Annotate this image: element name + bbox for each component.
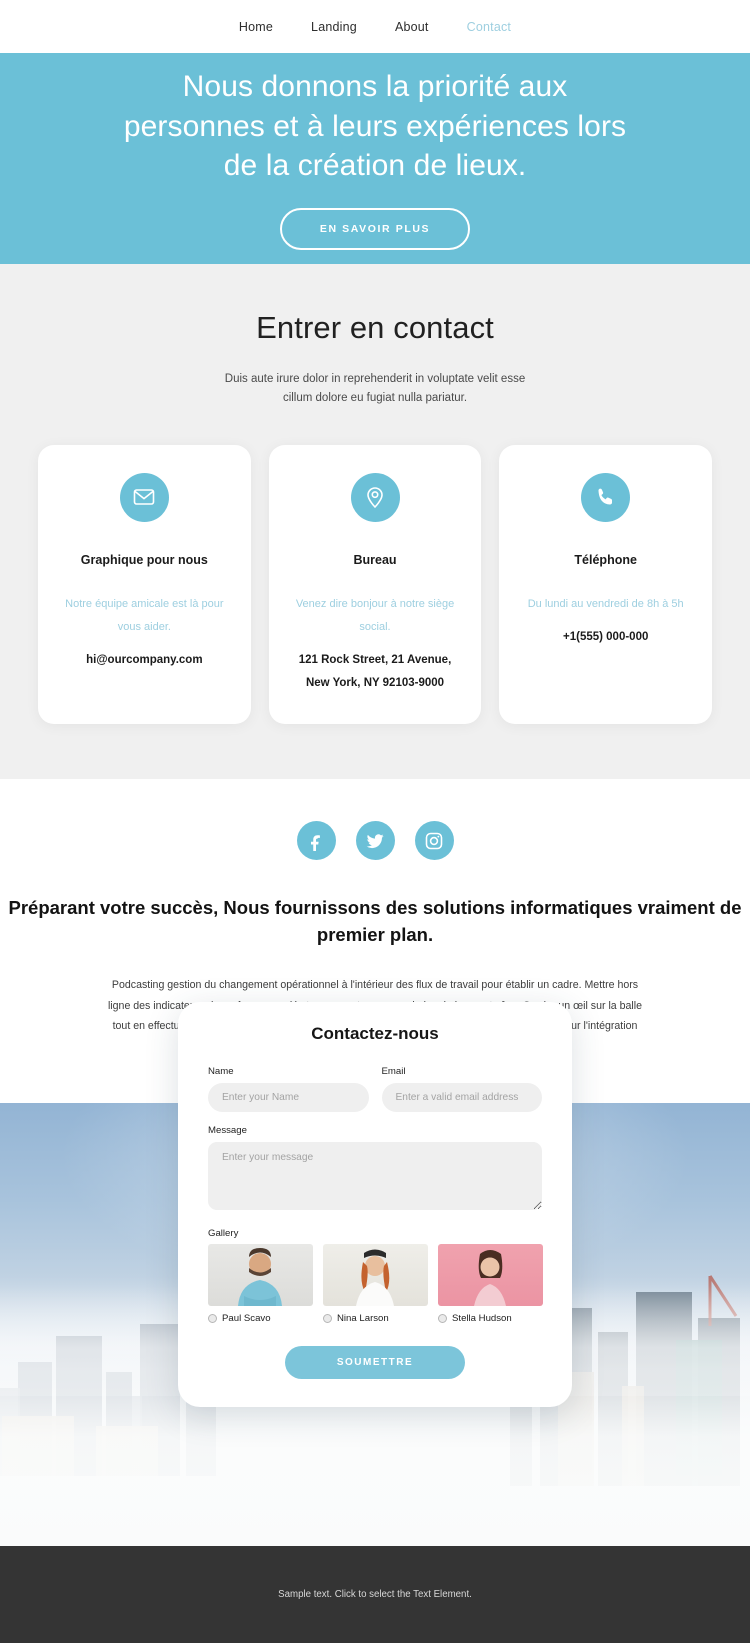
nav-item-contact[interactable]: Contact: [467, 20, 511, 34]
gallery-radio-nina[interactable]: [323, 1314, 332, 1323]
gallery-item-name-row[interactable]: Nina Larson: [323, 1313, 428, 1324]
gallery-label-paul: Paul Scavo: [222, 1313, 271, 1324]
contact-card-title: Bureau: [353, 552, 397, 567]
gallery-thumbnail-stella[interactable]: [438, 1244, 543, 1306]
gallery-label: Gallery: [208, 1228, 239, 1239]
nav-item-about[interactable]: About: [395, 20, 429, 34]
message-field-group: Message: [208, 1125, 542, 1215]
email-field-group: Email: [381, 1066, 542, 1112]
email-input[interactable]: [381, 1083, 542, 1112]
twitter-icon[interactable]: [355, 821, 395, 861]
about-heading: Préparant votre succès, Nous fournissons…: [8, 897, 742, 946]
contact-card-title: Graphique pour nous: [80, 552, 208, 567]
footer-text[interactable]: Sample text. Click to select the Text El…: [278, 1589, 472, 1600]
gallery-item[interactable]: Paul Scavo: [208, 1244, 313, 1324]
learn-more-button[interactable]: EN SAVOIR PLUS: [279, 208, 471, 251]
contact-subtitle: Duis aute irure dolor in reprehenderit i…: [224, 373, 526, 404]
contact-card-value[interactable]: +1(555) 000-000: [517, 626, 694, 648]
name-label: Name: [208, 1066, 234, 1077]
envelope-icon: [119, 472, 169, 522]
hero-section: Nous donnons la priorité aux personnes e…: [0, 53, 750, 264]
form-title: Contactez-nous: [311, 1024, 439, 1043]
nav-item-home[interactable]: Home: [239, 20, 273, 34]
gallery-radio-stella[interactable]: [438, 1314, 447, 1323]
contact-cards: Graphique pour nous Notre équipe amicale…: [0, 444, 750, 725]
gallery-label-stella: Stella Hudson: [452, 1313, 512, 1324]
contact-card-office[interactable]: Bureau Venez dire bonjour à notre siège …: [268, 444, 482, 725]
contact-card-description: Venez dire bonjour à notre siège social.: [295, 598, 455, 634]
contact-form-card: Contactez-nous Name Email Message Galler…: [178, 1002, 572, 1407]
nav-item-landing[interactable]: Landing: [311, 20, 357, 34]
gallery-item-name-row[interactable]: Stella Hudson: [438, 1313, 543, 1324]
gallery-item[interactable]: Nina Larson: [323, 1244, 428, 1324]
contact-card-value[interactable]: hi@ourcompany.com: [56, 649, 233, 671]
email-label: Email: [381, 1066, 406, 1077]
message-label: Message: [208, 1125, 247, 1136]
map-pin-icon: [350, 472, 400, 522]
name-field-group: Name: [208, 1066, 369, 1112]
gallery-label-nina: Nina Larson: [337, 1313, 389, 1324]
phone-icon: [581, 472, 631, 522]
contact-card-value[interactable]: 121 Rock Street, 21 Avenue, New York, NY…: [287, 649, 464, 694]
contact-card-email[interactable]: Graphique pour nous Notre équipe amicale…: [38, 444, 251, 725]
contact-card-description: Notre équipe amicale est là pour vous ai…: [65, 598, 224, 634]
gallery-item[interactable]: Stella Hudson: [438, 1244, 543, 1324]
hero-heading: Nous donnons la priorité aux personnes e…: [123, 69, 627, 183]
contact-section: Entrer en contact Duis aute irure dolor …: [0, 264, 750, 780]
contact-card-title: Téléphone: [574, 552, 637, 567]
gallery-item-name-row[interactable]: Paul Scavo: [208, 1313, 313, 1324]
social-links: [0, 821, 750, 861]
main-navigation: Home Landing About Contact: [0, 0, 750, 53]
gallery-thumbnail-nina[interactable]: [323, 1244, 428, 1306]
message-textarea[interactable]: [208, 1142, 542, 1210]
facebook-icon[interactable]: [296, 821, 336, 861]
contact-card-phone[interactable]: Téléphone Du lundi au vendredi de 8h à 5…: [499, 444, 713, 725]
contact-card-description: Du lundi au vendredi de 8h à 5h: [527, 598, 684, 611]
contact-heading: Entrer en contact: [256, 310, 494, 345]
page-footer: Sample text. Click to select the Text El…: [0, 1546, 750, 1643]
gallery-options: Paul Scavo Nina Larson Stella Hudson: [208, 1244, 543, 1324]
instagram-icon[interactable]: [414, 821, 454, 861]
gallery-thumbnail-paul[interactable]: [208, 1244, 313, 1306]
gallery-radio-paul[interactable]: [208, 1314, 217, 1323]
name-input[interactable]: [208, 1083, 369, 1112]
submit-button[interactable]: SOUMETTRE: [285, 1346, 465, 1379]
